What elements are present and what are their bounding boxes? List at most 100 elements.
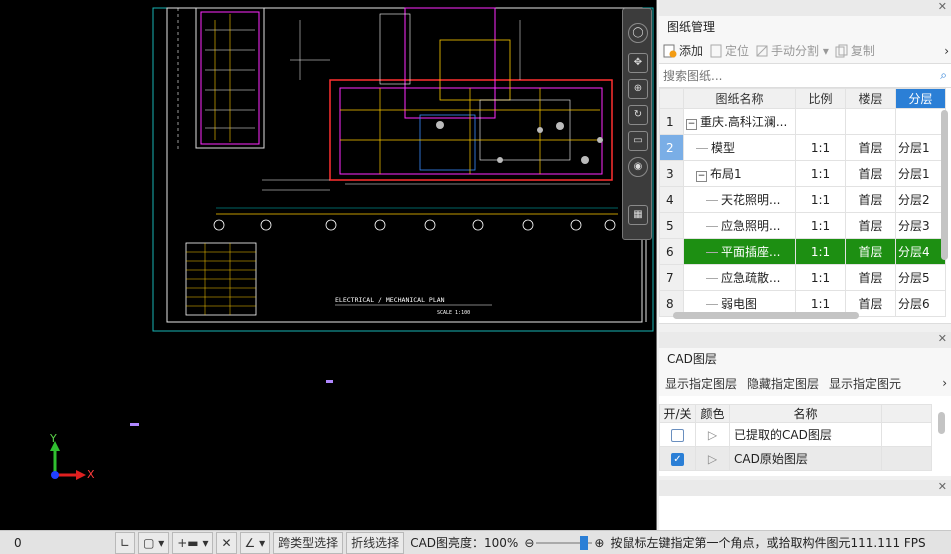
layer-row[interactable]: ▷ 已提取的CAD图层 bbox=[659, 422, 932, 447]
view-cube-icon[interactable]: ◯ bbox=[628, 23, 648, 43]
copy-button[interactable]: 复制 bbox=[835, 42, 875, 59]
col-color[interactable]: 颜色 bbox=[695, 404, 730, 423]
sheet-floor[interactable]: 首层 bbox=[845, 160, 896, 187]
sheet-row[interactable]: 2 模型 1:1 首层 分层1 bbox=[659, 134, 946, 161]
layer-row[interactable]: ✓ ▷ CAD原始图层 bbox=[659, 446, 932, 471]
col-layer-name[interactable]: 名称 bbox=[729, 404, 882, 423]
sheet-floor[interactable] bbox=[845, 108, 896, 135]
layer-panel-header: ✕ bbox=[659, 332, 951, 348]
sheet-layer[interactable] bbox=[895, 108, 946, 135]
zoom-icon[interactable]: ⊕ bbox=[628, 79, 648, 99]
locate-icon bbox=[710, 44, 722, 58]
close-icon[interactable]: ✕ bbox=[938, 332, 947, 345]
collapse-icon[interactable]: − bbox=[696, 171, 707, 182]
sheet-scale[interactable] bbox=[795, 108, 846, 135]
view-navigation-bar[interactable]: ◯ ✥ ⊕ ↻ ▭ ◉ ▦ bbox=[622, 8, 652, 240]
sheet-scale[interactable]: 1:1 bbox=[795, 160, 846, 187]
sheet-layer[interactable]: 分层5 bbox=[895, 264, 946, 291]
ortho-button[interactable]: ∟ bbox=[115, 531, 136, 554]
axis-x-label: X bbox=[87, 468, 95, 481]
row-number: 3 bbox=[659, 160, 684, 187]
cad-canvas[interactable]: ELECTRICAL / MECHANICAL PLAN SCALE 1:100… bbox=[0, 0, 657, 530]
row-number: 6 bbox=[659, 238, 684, 265]
sheet-row[interactable]: 3 − 布局1 1:1 首层 分层1 bbox=[659, 160, 946, 187]
col-layer[interactable]: 分层 bbox=[895, 88, 946, 109]
add-button[interactable]: 添加 bbox=[663, 42, 703, 59]
angle-button[interactable]: ∠ ▾ bbox=[239, 531, 271, 554]
sheet-row[interactable]: 5 应急照明... 1:1 首层 分层3 bbox=[659, 212, 946, 239]
sheet-scale[interactable]: 1:1 bbox=[795, 264, 846, 291]
sheet-layer[interactable]: 分层2 bbox=[895, 186, 946, 213]
sheet-scale[interactable]: 1:1 bbox=[795, 186, 846, 213]
polyline-select-button[interactable]: 折线选择 bbox=[346, 531, 405, 554]
sheet-scale[interactable]: 1:1 bbox=[795, 238, 846, 265]
row-number: 1 bbox=[659, 108, 684, 135]
drawing-manager-title: 图纸管理 bbox=[659, 16, 951, 38]
panel-header: ✕ bbox=[659, 0, 951, 16]
corner-cell bbox=[659, 88, 684, 109]
sheet-layer[interactable]: 分层3 bbox=[895, 212, 946, 239]
layer-checkbox-checked[interactable]: ✓ bbox=[671, 452, 684, 466]
locate-button[interactable]: 定位 bbox=[709, 42, 749, 59]
row-number: 4 bbox=[659, 186, 684, 213]
sheet-scale[interactable]: 1:1 bbox=[795, 134, 846, 161]
color-swatch-icon[interactable]: ▷ bbox=[695, 422, 730, 447]
sheet-row[interactable]: 4 天花照明... 1:1 首层 分层2 bbox=[659, 186, 946, 213]
sheet-layer[interactable]: 分层1 bbox=[895, 134, 946, 161]
snap-button[interactable]: ▢ ▾ bbox=[138, 531, 170, 554]
plus-icon[interactable]: ⊕ bbox=[594, 536, 604, 550]
col-toggle[interactable]: 开/关 bbox=[659, 404, 696, 423]
cross-icon[interactable]: ✕ bbox=[216, 531, 237, 554]
pan-icon[interactable]: ✥ bbox=[628, 53, 648, 73]
layer-vscrollbar[interactable] bbox=[938, 412, 945, 434]
close-icon[interactable]: ✕ bbox=[938, 480, 947, 493]
cross-type-select-button[interactable]: 跨类型选择 bbox=[273, 531, 344, 554]
sheet-row[interactable]: 1− 重庆.高科江澜... bbox=[659, 108, 946, 135]
layer-name: CAD原始图层 bbox=[729, 446, 882, 471]
color-swatch-icon[interactable]: ▷ bbox=[695, 446, 730, 471]
sheet-table: 图纸名称 比例 楼层 分层 1− 重庆.高科江澜... 2 模型 1:1 首层 分层1 3− 布… bbox=[659, 88, 946, 317]
steering-wheel-icon[interactable]: ◉ bbox=[628, 157, 648, 177]
search-input[interactable] bbox=[663, 68, 941, 83]
add-icon bbox=[663, 44, 677, 58]
sheet-floor[interactable]: 首层 bbox=[845, 212, 896, 239]
col-scale[interactable]: 比例 bbox=[795, 88, 846, 109]
minus-icon[interactable]: ⊖ bbox=[524, 536, 534, 550]
orbit-icon[interactable]: ↻ bbox=[628, 105, 648, 125]
layer-checkbox[interactable] bbox=[671, 428, 684, 442]
sheet-scale[interactable]: 1:1 bbox=[795, 212, 846, 239]
hide-layer-button[interactable]: 隐藏指定图层 bbox=[747, 375, 819, 392]
col-name[interactable]: 图纸名称 bbox=[683, 88, 796, 109]
col-floor[interactable]: 楼层 bbox=[845, 88, 896, 109]
sheet-layer[interactable]: 分层6 bbox=[895, 290, 946, 317]
sheet-name: 弱电图 bbox=[721, 297, 758, 311]
fps-readout: 111.111 FPS bbox=[850, 535, 926, 550]
zoom-extents-icon[interactable]: ▭ bbox=[628, 131, 648, 151]
more-icon[interactable]: › bbox=[942, 376, 947, 390]
status-bar: 0 ∟ ▢ ▾ +▬ ▾ ✕ ∠ ▾ 跨类型选择 折线选择 CAD图亮度：100… bbox=[0, 530, 951, 554]
layer-table-wrap: 开/关 颜色 名称 ▷ 已提取的CAD图层 ✓ ▷ CAD原始图层 bbox=[659, 404, 951, 476]
close-icon[interactable]: ✕ bbox=[938, 0, 947, 13]
show-element-button[interactable]: 显示指定图元 bbox=[829, 375, 901, 392]
sheet-floor[interactable]: 首层 bbox=[845, 186, 896, 213]
sheet-row[interactable]: 6 平面插座... 1:1 首层 分层4 bbox=[659, 238, 946, 265]
sheet-layer[interactable]: 分层1 bbox=[895, 160, 946, 187]
search-icon[interactable]: ⌕ bbox=[940, 68, 947, 83]
show-layer-button[interactable]: 显示指定图层 bbox=[665, 375, 737, 392]
sheet-row[interactable]: 7 应急疏散... 1:1 首层 分层5 bbox=[659, 264, 946, 291]
row-number: 2 bbox=[659, 134, 684, 161]
manual-split-button[interactable]: 手动分割 ▾ bbox=[755, 42, 829, 59]
sheet-floor[interactable]: 首层 bbox=[845, 134, 896, 161]
sheet-floor[interactable]: 首层 bbox=[845, 238, 896, 265]
sheet-floor[interactable]: 首层 bbox=[845, 264, 896, 291]
dynamic-input-button[interactable]: +▬ ▾ bbox=[172, 531, 214, 554]
grid-icon[interactable]: ▦ bbox=[628, 205, 648, 225]
sheet-layer[interactable]: 分层4 bbox=[895, 238, 946, 265]
sheet-frame bbox=[152, 7, 654, 332]
collapse-icon[interactable]: − bbox=[686, 119, 697, 130]
table-hscrollbar[interactable] bbox=[673, 312, 859, 319]
table-vscrollbar[interactable] bbox=[941, 110, 948, 260]
brightness-slider[interactable] bbox=[536, 535, 593, 550]
cad-layers-title: CAD图层 bbox=[659, 348, 951, 370]
more-icon[interactable]: › bbox=[944, 44, 949, 58]
